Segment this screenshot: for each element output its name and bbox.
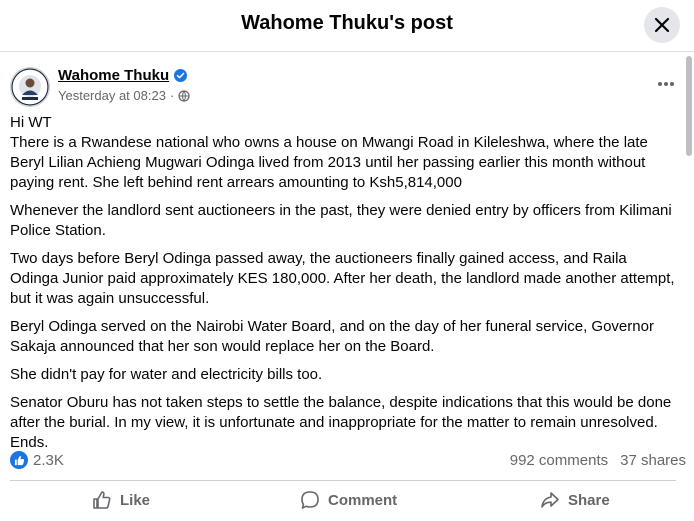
share-label[interactable]: Share xyxy=(568,492,610,509)
divider xyxy=(10,480,676,481)
more-icon xyxy=(658,82,674,86)
avatar-logo-icon xyxy=(11,68,49,106)
post-paragraph: Whenever the landlord sent auctioneers i… xyxy=(10,202,672,239)
verified-badge-icon xyxy=(174,69,188,82)
post-timestamp[interactable]: Yesterday at 08:23 xyxy=(58,88,166,103)
post-paragraph: Hi WT There is a Rwandese national who o… xyxy=(10,113,676,193)
like-button[interactable]: Like xyxy=(92,487,150,513)
comment-label[interactable]: Comment xyxy=(328,492,397,509)
meta-separator: · xyxy=(169,88,175,103)
like-reaction-icon xyxy=(10,451,28,469)
author-name-link[interactable]: Wahome Thuku xyxy=(58,67,188,84)
post-line: Senator Oburu has not taken steps to set… xyxy=(10,394,672,431)
share-button[interactable]: Share xyxy=(540,487,610,513)
shares-count[interactable]: 37 shares xyxy=(620,452,686,469)
like-label[interactable]: Like xyxy=(120,492,150,509)
post-line: There is a Rwandese national who owns a … xyxy=(10,134,648,191)
scrollbar[interactable] xyxy=(686,56,692,156)
more-options-button[interactable] xyxy=(656,74,676,94)
post-paragraph: Senator Oburu has not taken steps to set… xyxy=(10,393,676,453)
reactions-summary[interactable]: 2.3K xyxy=(10,451,64,469)
post-paragraph: Two days before Beryl Odinga passed away… xyxy=(10,250,675,307)
share-arrow-icon xyxy=(541,492,559,508)
close-icon xyxy=(654,17,670,33)
engagement-counts: 992 comments 37 shares xyxy=(510,452,686,469)
dialog-title: Wahome Thuku's post xyxy=(241,12,453,34)
globe-icon xyxy=(178,89,190,102)
post-paragraph: She didn't pay for water and electricity… xyxy=(10,366,323,383)
post-greeting: Hi WT xyxy=(10,114,52,131)
post-ends: Ends. xyxy=(10,434,49,451)
post-paragraph: Beryl Odinga served on the Nairobi Water… xyxy=(10,318,654,355)
thumbs-up-icon xyxy=(93,491,111,509)
comment-bubble-icon xyxy=(301,491,319,509)
close-button[interactable] xyxy=(644,7,680,43)
reactions-count[interactable]: 2.3K xyxy=(33,452,64,469)
post-dialog-header: Wahome Thuku's post xyxy=(0,0,694,52)
post-body: Hi WT There is a Rwandese national who o… xyxy=(10,113,676,453)
comments-count[interactable]: 992 comments xyxy=(510,452,608,469)
avatar[interactable] xyxy=(10,67,50,107)
post-meta: Yesterday at 08:23 · xyxy=(58,88,190,103)
author-name[interactable]: Wahome Thuku xyxy=(58,67,169,84)
comment-button[interactable]: Comment xyxy=(300,487,397,513)
